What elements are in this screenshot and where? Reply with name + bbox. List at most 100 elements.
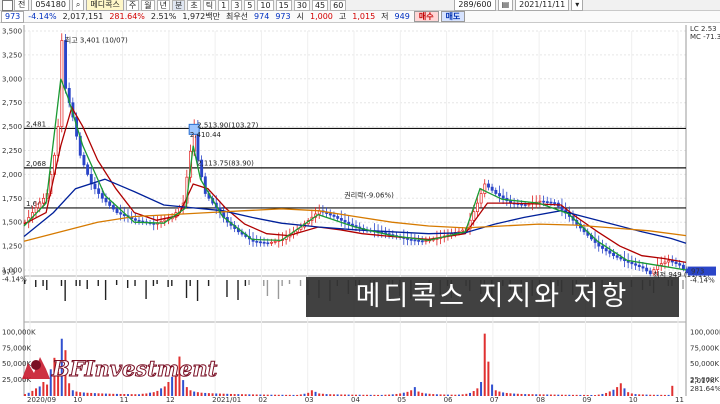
interval-30[interactable]: 30 [293, 0, 310, 11]
candle-body [336, 216, 340, 219]
candle-body [630, 262, 634, 265]
volume-bar [483, 333, 486, 396]
interval-5[interactable]: 5 [244, 0, 256, 11]
candle-body [663, 261, 667, 264]
price-tick-label: 1,750 [2, 195, 22, 203]
volume-bar [402, 392, 405, 396]
annotation-label: 권리락(-9.06%) [344, 190, 394, 199]
right-indicator-label: LC 2.53 [690, 25, 717, 33]
volume-bar [255, 394, 258, 396]
interval-3[interactable]: 3 [231, 0, 243, 11]
search-icon[interactable]: ⌕ [71, 0, 85, 11]
volume-bar [189, 390, 192, 396]
candle-body [476, 202, 479, 213]
period-month[interactable]: 월 [141, 0, 155, 11]
volume-bar [119, 393, 122, 396]
indicator-bar [196, 280, 199, 301]
buy-button[interactable]: 매수 [413, 11, 439, 22]
indicator-bar [97, 280, 99, 286]
indicator-bar [86, 280, 88, 289]
current-change-label: -4.14% [690, 277, 715, 285]
priority-flag: 최우선 [225, 11, 249, 21]
period-minute[interactable]: 분 [171, 0, 186, 11]
candle-body [487, 183, 490, 188]
date-field[interactable]: 2021/11/11 [515, 0, 570, 11]
price-chart[interactable]: 3,500 3,250 3,000 2,750 2,500 2,250 2,000 1,750… [0, 23, 720, 404]
candle-body [38, 202, 42, 209]
quote-bar: 973 -4.14% 2,017,151 281.64% 2.51% 1,972… [0, 10, 720, 23]
candle-body [115, 208, 119, 213]
volume-bar [362, 394, 365, 396]
candle-body [549, 201, 553, 204]
volume-bar [579, 394, 582, 396]
volume-bar [163, 386, 166, 396]
interval-45[interactable]: 45 [311, 0, 329, 11]
sell-button[interactable]: 매도 [440, 11, 466, 22]
volume-bar [314, 391, 317, 396]
calendar-icon[interactable]: ▤ [497, 0, 514, 11]
price-tick-label: 1,250 [2, 243, 22, 251]
volume-bar [480, 382, 483, 396]
volume-bar [413, 387, 416, 396]
volume-bar [627, 392, 630, 396]
candle-body [328, 213, 332, 216]
volume-bar [318, 393, 321, 396]
volume-bar [248, 394, 251, 396]
tool-checkbox[interactable] [2, 0, 13, 11]
price-field[interactable]: 973 [1, 10, 25, 23]
candle-body [137, 219, 141, 222]
market-mode-select[interactable]: 전 [14, 0, 30, 11]
bid-price: 973 [275, 11, 291, 21]
indicator-bar [266, 280, 269, 296]
volume-tick-label: 100,000K [2, 328, 36, 336]
candle-body [674, 261, 678, 264]
ask-price: 974 [254, 11, 270, 21]
candle-body [270, 241, 273, 244]
open-label: 시 [296, 11, 304, 21]
candle-body [133, 218, 137, 221]
volume-bar [229, 393, 232, 396]
candle-body [490, 186, 494, 191]
date-tick-label: 03 [305, 396, 314, 404]
stock-code-input[interactable]: 054180 [31, 0, 70, 11]
candle-body [409, 239, 413, 241]
period-week[interactable]: 주 [125, 0, 140, 11]
bar-count-field[interactable]: 289/600 [454, 0, 496, 11]
volume-bar [524, 394, 527, 396]
volume-bar [424, 393, 427, 396]
indicator-bar [79, 280, 81, 286]
volume-bar [299, 394, 302, 396]
interval-1[interactable]: 1 [218, 0, 230, 11]
indicator-bar [167, 280, 169, 287]
candle-body [86, 164, 90, 175]
volume-bar [325, 394, 328, 396]
interval-60[interactable]: 60 [330, 0, 347, 11]
indicator-bar [42, 280, 44, 286]
volume-bar [285, 394, 288, 396]
candle-body [538, 200, 542, 203]
period-year[interactable]: 년 [156, 0, 170, 11]
interval-15[interactable]: 15 [275, 0, 292, 11]
volume-tick-label-right: 75,000K [690, 344, 719, 352]
volume-bar [35, 388, 38, 396]
period-tick[interactable]: 틱 [202, 0, 217, 11]
candle-body [273, 240, 277, 243]
volume-bar [358, 394, 361, 396]
dropdown-icon[interactable]: ▾ [571, 0, 584, 11]
candle-body [604, 248, 608, 252]
candle-body [406, 238, 410, 240]
high-price: 1,015 [352, 11, 376, 21]
volume-bar [454, 394, 457, 396]
volume-bar [465, 393, 468, 396]
volume-tick-label-right: 100,000K [690, 328, 720, 336]
volume-tick-label-right: 50,000K [690, 360, 719, 368]
candle-body [681, 264, 685, 270]
interval-10[interactable]: 10 [257, 0, 274, 11]
volume-bar [310, 390, 313, 396]
level-line-label: 2,481 [26, 120, 46, 128]
date-tick-label: 05 [397, 396, 406, 404]
stock-name-field[interactable]: 메디콕스 [86, 0, 124, 11]
period-second[interactable]: 초 [187, 0, 201, 11]
volume-bar [509, 393, 512, 396]
volume-bar [446, 394, 449, 396]
